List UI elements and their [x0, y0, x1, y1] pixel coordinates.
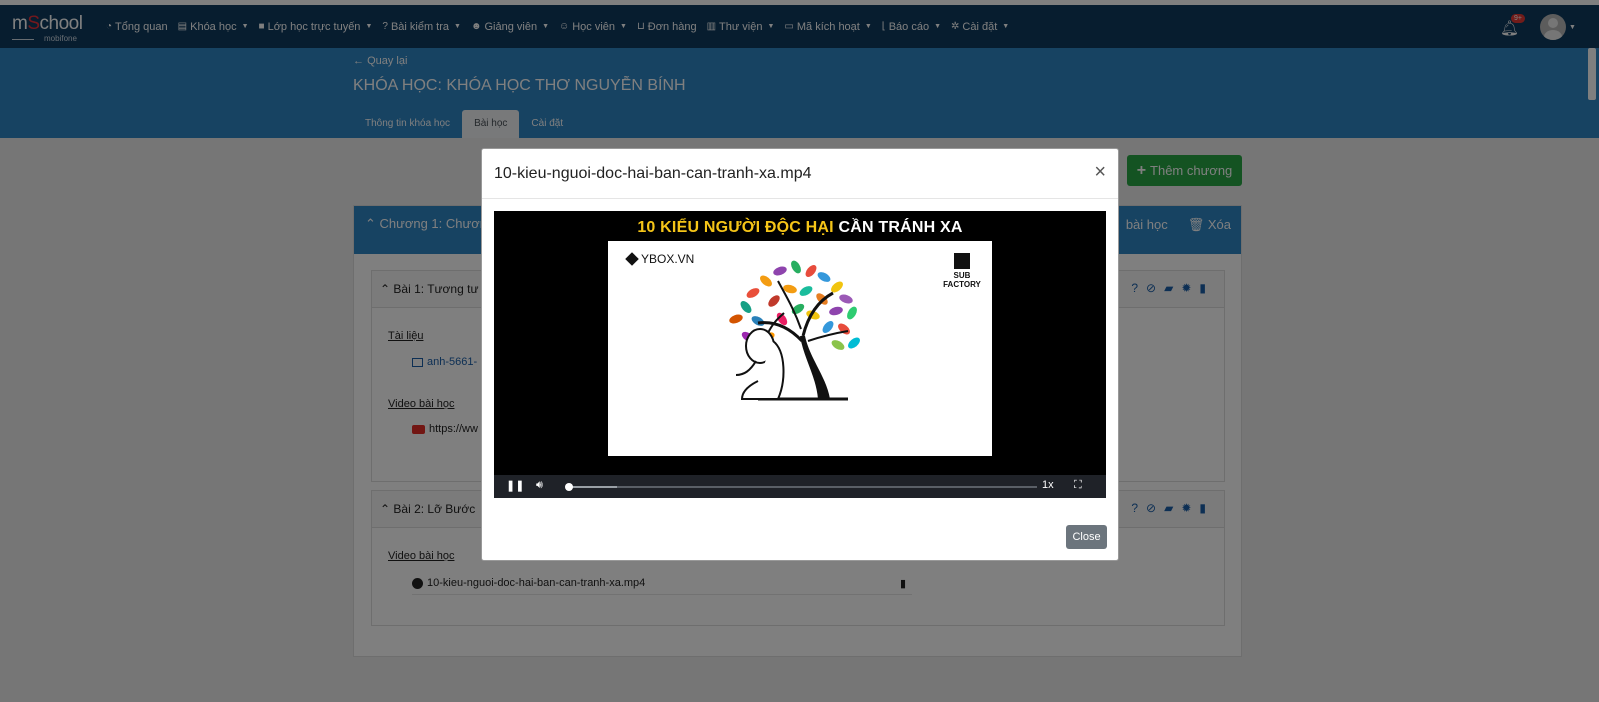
modal-title: 10-kieu-nguoi-doc-hai-ban-can-tranh-xa.m… [494, 165, 812, 182]
headline-white: CẦN TRÁNH XA [838, 219, 963, 236]
volume-icon[interactable]: 🔊︎ [536, 479, 543, 492]
progress-bar[interactable] [567, 486, 1037, 488]
video-player[interactable]: 10 KIỂU NGƯỜI ĐỘC HẠI CẦN TRÁNH XA YBOX.… [494, 211, 1106, 498]
video-modal: 10-kieu-nguoi-doc-hai-ban-can-tranh-xa.m… [481, 148, 1119, 561]
progress-handle[interactable] [565, 483, 573, 491]
playback-speed[interactable]: 1x [1042, 479, 1054, 491]
video-headline: 10 KIỂU NGƯỜI ĐỘC HẠI CẦN TRÁNH XA [494, 219, 1106, 237]
headline-yellow: 10 KIỂU NGƯỜI ĐỘC HẠI [637, 219, 834, 236]
tree-illustration [729, 260, 860, 401]
fullscreen-icon[interactable]: ⛶ [1074, 479, 1082, 492]
close-button[interactable]: Close [1066, 525, 1107, 549]
video-frame: YBOX.VN SUB FACTORY [608, 241, 992, 456]
video-controls: ❚❚ 🔊︎ 1x ⛶ [494, 475, 1106, 498]
pause-icon[interactable]: ❚❚ [506, 479, 524, 492]
progress-buffer [567, 486, 617, 488]
modal-header: 10-kieu-nguoi-doc-hai-ban-can-tranh-xa.m… [482, 149, 1118, 199]
close-icon[interactable]: × [1094, 162, 1106, 182]
tree-trunk [800, 336, 830, 399]
